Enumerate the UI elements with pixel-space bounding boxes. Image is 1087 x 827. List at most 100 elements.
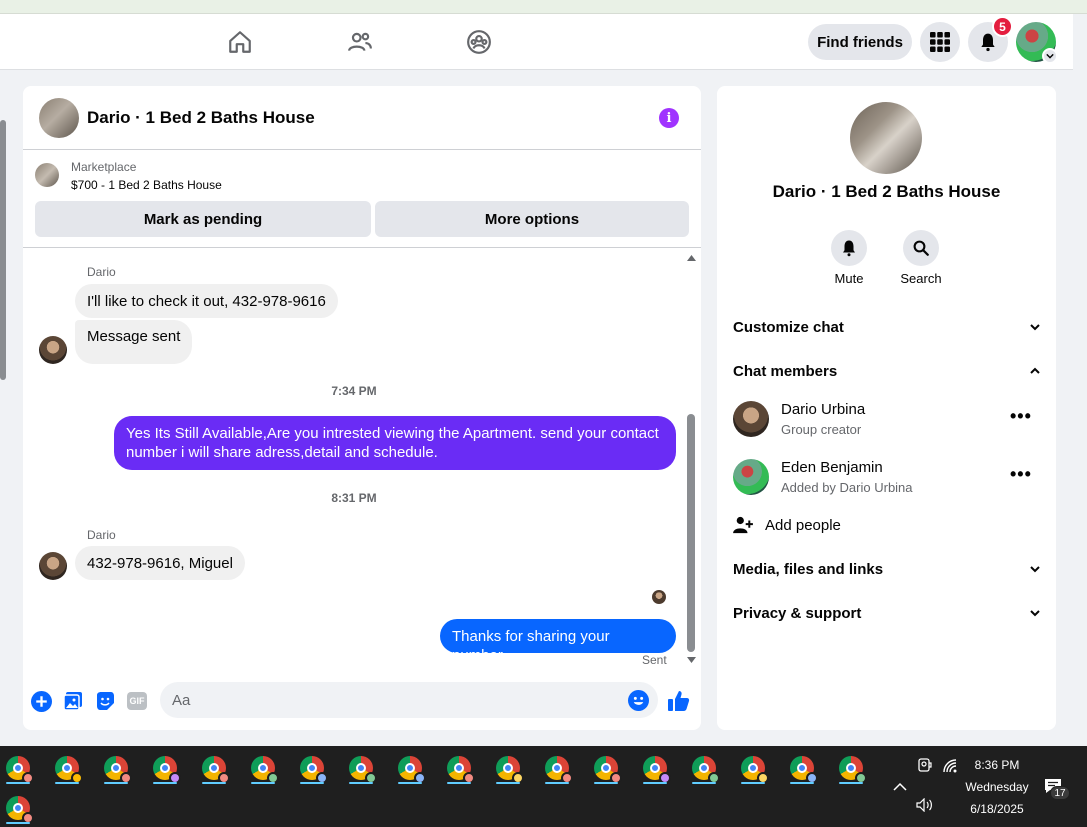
taskbar-chrome-app[interactable] bbox=[686, 750, 722, 786]
outgoing-message[interactable]: Thanks for sharing your number bbox=[440, 619, 676, 664]
plus-icon[interactable] bbox=[30, 690, 52, 712]
chat-members-label: Chat members bbox=[733, 362, 838, 380]
sender-avatar[interactable] bbox=[39, 552, 67, 580]
message-input[interactable]: Aa bbox=[160, 682, 658, 718]
taskbar-chrome-app[interactable] bbox=[294, 750, 330, 786]
taskbar-chrome-app[interactable] bbox=[392, 750, 428, 786]
taskbar-chrome-app[interactable] bbox=[637, 750, 673, 786]
sender-avatar[interactable] bbox=[39, 336, 67, 364]
info-icon[interactable]: i bbox=[659, 108, 679, 128]
member-avatar[interactable] bbox=[733, 459, 769, 495]
speaker-icon[interactable] bbox=[916, 797, 934, 817]
member-role: Added by Dario Urbina bbox=[781, 480, 913, 495]
taskbar-chrome-app[interactable] bbox=[196, 750, 232, 786]
taskbar-chrome-app[interactable] bbox=[539, 750, 575, 786]
privacy-support-label: Privacy & support bbox=[733, 604, 862, 622]
mute-button[interactable] bbox=[831, 230, 867, 266]
clock-time[interactable]: 8:36 PM bbox=[968, 758, 1026, 772]
member-name[interactable]: Eden Benjamin bbox=[781, 459, 883, 476]
taskbar-running-indicator bbox=[6, 822, 30, 824]
header-divider bbox=[23, 247, 701, 248]
chat-avatar[interactable] bbox=[39, 98, 79, 138]
groups-icon[interactable] bbox=[463, 26, 495, 58]
camera-tray-icon[interactable] bbox=[918, 758, 932, 779]
mark-as-pending-button[interactable]: Mark as pending bbox=[35, 201, 371, 237]
sender-name: Dario bbox=[87, 528, 116, 542]
incoming-message[interactable]: Message sent bbox=[75, 320, 193, 364]
chat-members-section[interactable]: Chat members bbox=[733, 357, 1041, 385]
taskbar-running-indicator bbox=[202, 782, 226, 784]
add-people-label: Add people bbox=[765, 516, 841, 534]
taskbar-chrome-app[interactable] bbox=[147, 750, 183, 786]
taskbar-running-indicator bbox=[153, 782, 177, 784]
taskbar-chrome-app[interactable] bbox=[245, 750, 281, 786]
info-title: Dario · 1 Bed 2 Baths House bbox=[772, 182, 1001, 201]
taskbar-chrome-app[interactable] bbox=[49, 750, 85, 786]
taskbar-chrome-app[interactable] bbox=[98, 750, 134, 786]
search-label: Search bbox=[900, 271, 942, 286]
page-scrollbar-right[interactable] bbox=[1073, 70, 1087, 812]
taskbar-running-indicator bbox=[496, 782, 520, 784]
listing-thumbnail[interactable] bbox=[35, 163, 59, 187]
taskbar-chrome-app[interactable] bbox=[490, 750, 526, 786]
os-taskbar: 8:36 PM Wednesday 6/18/2025 17 bbox=[0, 746, 1087, 827]
clock-date[interactable]: 6/18/2025 bbox=[962, 802, 1032, 816]
taskbar-chrome-app[interactable] bbox=[735, 750, 771, 786]
search-button[interactable] bbox=[903, 230, 939, 266]
taskbar-running-indicator bbox=[643, 782, 667, 784]
more-options-button[interactable]: More options bbox=[375, 201, 689, 237]
page-scrollbar-left[interactable] bbox=[0, 120, 6, 380]
clock-day[interactable]: Wednesday bbox=[962, 780, 1032, 794]
marketplace-label: Marketplace bbox=[71, 160, 137, 174]
media-files-links-section[interactable]: Media, files and links bbox=[733, 555, 1041, 583]
find-friends-button[interactable]: Find friends bbox=[808, 24, 912, 60]
taskbar-running-indicator bbox=[545, 782, 569, 784]
chat-title[interactable]: Dario · 1 Bed 2 Baths House bbox=[87, 108, 315, 128]
photo-icon[interactable] bbox=[62, 690, 84, 712]
home-icon[interactable] bbox=[224, 26, 256, 58]
chevron-down-icon bbox=[1030, 566, 1040, 573]
taskbar-running-indicator bbox=[790, 782, 814, 784]
wifi-icon[interactable] bbox=[942, 758, 958, 779]
emoji-icon[interactable] bbox=[628, 690, 649, 716]
member-options-icon[interactable]: ••• bbox=[1010, 406, 1032, 427]
taskbar-running-indicator bbox=[55, 782, 79, 784]
taskbar-running-indicator bbox=[6, 782, 30, 784]
sticker-icon[interactable] bbox=[94, 690, 116, 712]
tray-overflow-chevron-icon[interactable] bbox=[893, 779, 907, 797]
privacy-support-section[interactable]: Privacy & support bbox=[733, 599, 1041, 627]
taskbar-chrome-app[interactable] bbox=[441, 750, 477, 786]
taskbar-chrome-app[interactable] bbox=[784, 750, 820, 786]
conversation-avatar[interactable] bbox=[850, 102, 922, 174]
taskbar-chrome-app[interactable] bbox=[0, 750, 36, 786]
chat-scrollbar-thumb[interactable] bbox=[687, 414, 695, 652]
message-input-placeholder: Aa bbox=[172, 692, 191, 709]
member-avatar[interactable] bbox=[733, 401, 769, 437]
listing-title[interactable]: $700 - 1 Bed 2 Baths House bbox=[71, 178, 222, 192]
taskbar-running-indicator bbox=[251, 782, 275, 784]
gif-icon[interactable]: GIF bbox=[126, 690, 148, 712]
friends-icon[interactable] bbox=[344, 26, 376, 58]
chevron-down-icon[interactable] bbox=[1042, 48, 1058, 64]
taskbar-chrome-app[interactable] bbox=[833, 750, 869, 786]
taskbar-chrome-app[interactable] bbox=[588, 750, 624, 786]
message-composer: GIF Aa bbox=[23, 676, 701, 730]
customize-chat-section[interactable]: Customize chat bbox=[733, 313, 1041, 341]
sent-status: Sent bbox=[642, 653, 667, 667]
member-options-icon[interactable]: ••• bbox=[1010, 464, 1032, 485]
notification-count-badge: 17 bbox=[1050, 786, 1070, 800]
add-people-button[interactable]: Add people bbox=[733, 513, 1033, 537]
customize-chat-label: Customize chat bbox=[733, 318, 844, 336]
taskbar-running-indicator bbox=[692, 782, 716, 784]
menu-grid-icon[interactable] bbox=[920, 22, 960, 62]
incoming-message[interactable]: 432-978-9616, Miguel bbox=[75, 546, 245, 580]
chat-header: Dario · 1 Bed 2 Baths House i bbox=[23, 86, 701, 150]
thumbs-up-icon[interactable] bbox=[666, 688, 692, 714]
outgoing-message[interactable]: Yes Its Still Available,Are you intreste… bbox=[114, 416, 676, 470]
incoming-message[interactable]: I'll like to check it out, 432-978-9616 bbox=[75, 284, 338, 318]
taskbar-chrome-app[interactable] bbox=[343, 750, 379, 786]
chat-panel: Dario · 1 Bed 2 Baths House i Marketplac… bbox=[23, 86, 701, 730]
taskbar-chrome-app[interactable] bbox=[0, 790, 36, 826]
browser-top-strip bbox=[0, 0, 1087, 14]
member-name[interactable]: Dario Urbina bbox=[781, 401, 865, 418]
